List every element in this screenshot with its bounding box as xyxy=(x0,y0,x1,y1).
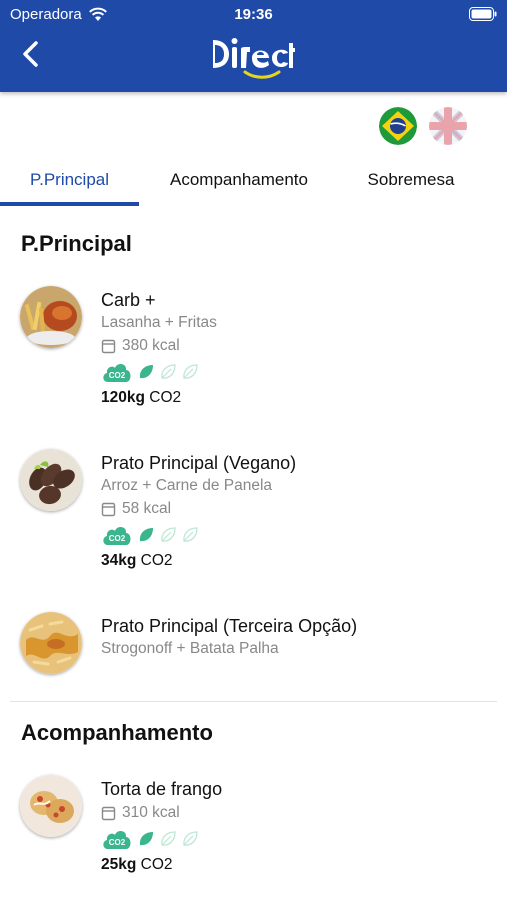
co2-cloud-icon: CO2 xyxy=(103,527,131,545)
item-description: Strogonoff + Batata Palha xyxy=(101,640,279,657)
svg-text:CO2: CO2 xyxy=(109,838,126,847)
leaf-filled-icon xyxy=(139,365,153,379)
uk-flag-icon[interactable] xyxy=(429,107,467,145)
status-bar: Operadora 19:36 xyxy=(0,0,507,30)
status-time: 19:36 xyxy=(234,6,273,23)
item-kcal: 310 kcal xyxy=(122,804,180,821)
leaf-outline-icon xyxy=(183,364,198,379)
leaf-outline-icon xyxy=(161,527,176,542)
co2-value: 34kg xyxy=(101,552,137,569)
item-description: Lasanha + Fritas xyxy=(101,314,217,331)
item-name: Prato Principal (Terceira Opção) xyxy=(101,616,358,636)
food-thumbnail xyxy=(20,775,82,837)
item-co2: 34kg CO2 xyxy=(101,549,296,573)
leaf-filled-icon xyxy=(139,832,153,846)
tab-acompanhamento[interactable]: Acompanhamento xyxy=(139,160,339,206)
direct-logo xyxy=(213,38,295,79)
co2-unit: CO2 xyxy=(149,389,182,406)
language-selector xyxy=(379,107,467,145)
co2-value: 120kg xyxy=(101,389,145,406)
svg-text:CO2: CO2 xyxy=(109,534,126,543)
svg-text:CO2: CO2 xyxy=(109,371,126,380)
section-divider xyxy=(10,701,497,702)
item-co2: 120kg CO2 xyxy=(101,386,217,410)
category-tabs: P.Principal Acompanhamento Sobremesa xyxy=(0,160,507,206)
leaf-outline-icon xyxy=(183,527,198,542)
co2-cloud-icon: CO2 xyxy=(103,831,131,849)
leaf-outline-icon xyxy=(183,831,198,846)
brazil-flag-icon[interactable] xyxy=(379,107,417,145)
leaf-filled-icon xyxy=(139,528,153,542)
tab-sobremesa[interactable]: Sobremesa xyxy=(339,160,483,206)
section-title-p-principal: P.Principal xyxy=(21,231,132,256)
battery-icon xyxy=(469,7,497,21)
item-co2: 25kg CO2 xyxy=(101,853,222,877)
eco-rating: CO2 xyxy=(101,358,217,386)
item-name: Torta de frango xyxy=(101,779,223,799)
eco-rating: CO2 xyxy=(101,825,222,853)
food-thumbnail xyxy=(20,612,82,674)
food-thumbnail xyxy=(20,286,82,348)
app-header: Operadora 19:36 xyxy=(0,0,507,92)
item-name: Prato Principal (Vegano) xyxy=(101,453,297,473)
item-kcal: 58 kcal xyxy=(122,500,172,517)
item-name: Carb + xyxy=(101,290,156,310)
calories-icon xyxy=(101,339,116,353)
co2-unit: CO2 xyxy=(140,552,173,569)
item-description: Arroz + Carne de Panela xyxy=(101,477,273,494)
tab-p-principal[interactable]: P.Principal xyxy=(0,160,139,206)
back-arrow-icon[interactable] xyxy=(18,40,46,68)
item-kcal: 380 kcal xyxy=(122,337,180,354)
eco-rating: CO2 xyxy=(101,521,296,549)
calories-icon xyxy=(101,502,116,516)
leaf-outline-icon xyxy=(161,831,176,846)
co2-cloud-icon: CO2 xyxy=(103,364,131,382)
co2-unit: CO2 xyxy=(140,856,173,873)
food-thumbnail xyxy=(20,449,82,511)
leaf-outline-icon xyxy=(161,364,176,379)
calories-icon xyxy=(101,806,116,820)
co2-value: 25kg xyxy=(101,856,137,873)
section-title-acompanhamento: Acompanhamento xyxy=(21,720,213,745)
